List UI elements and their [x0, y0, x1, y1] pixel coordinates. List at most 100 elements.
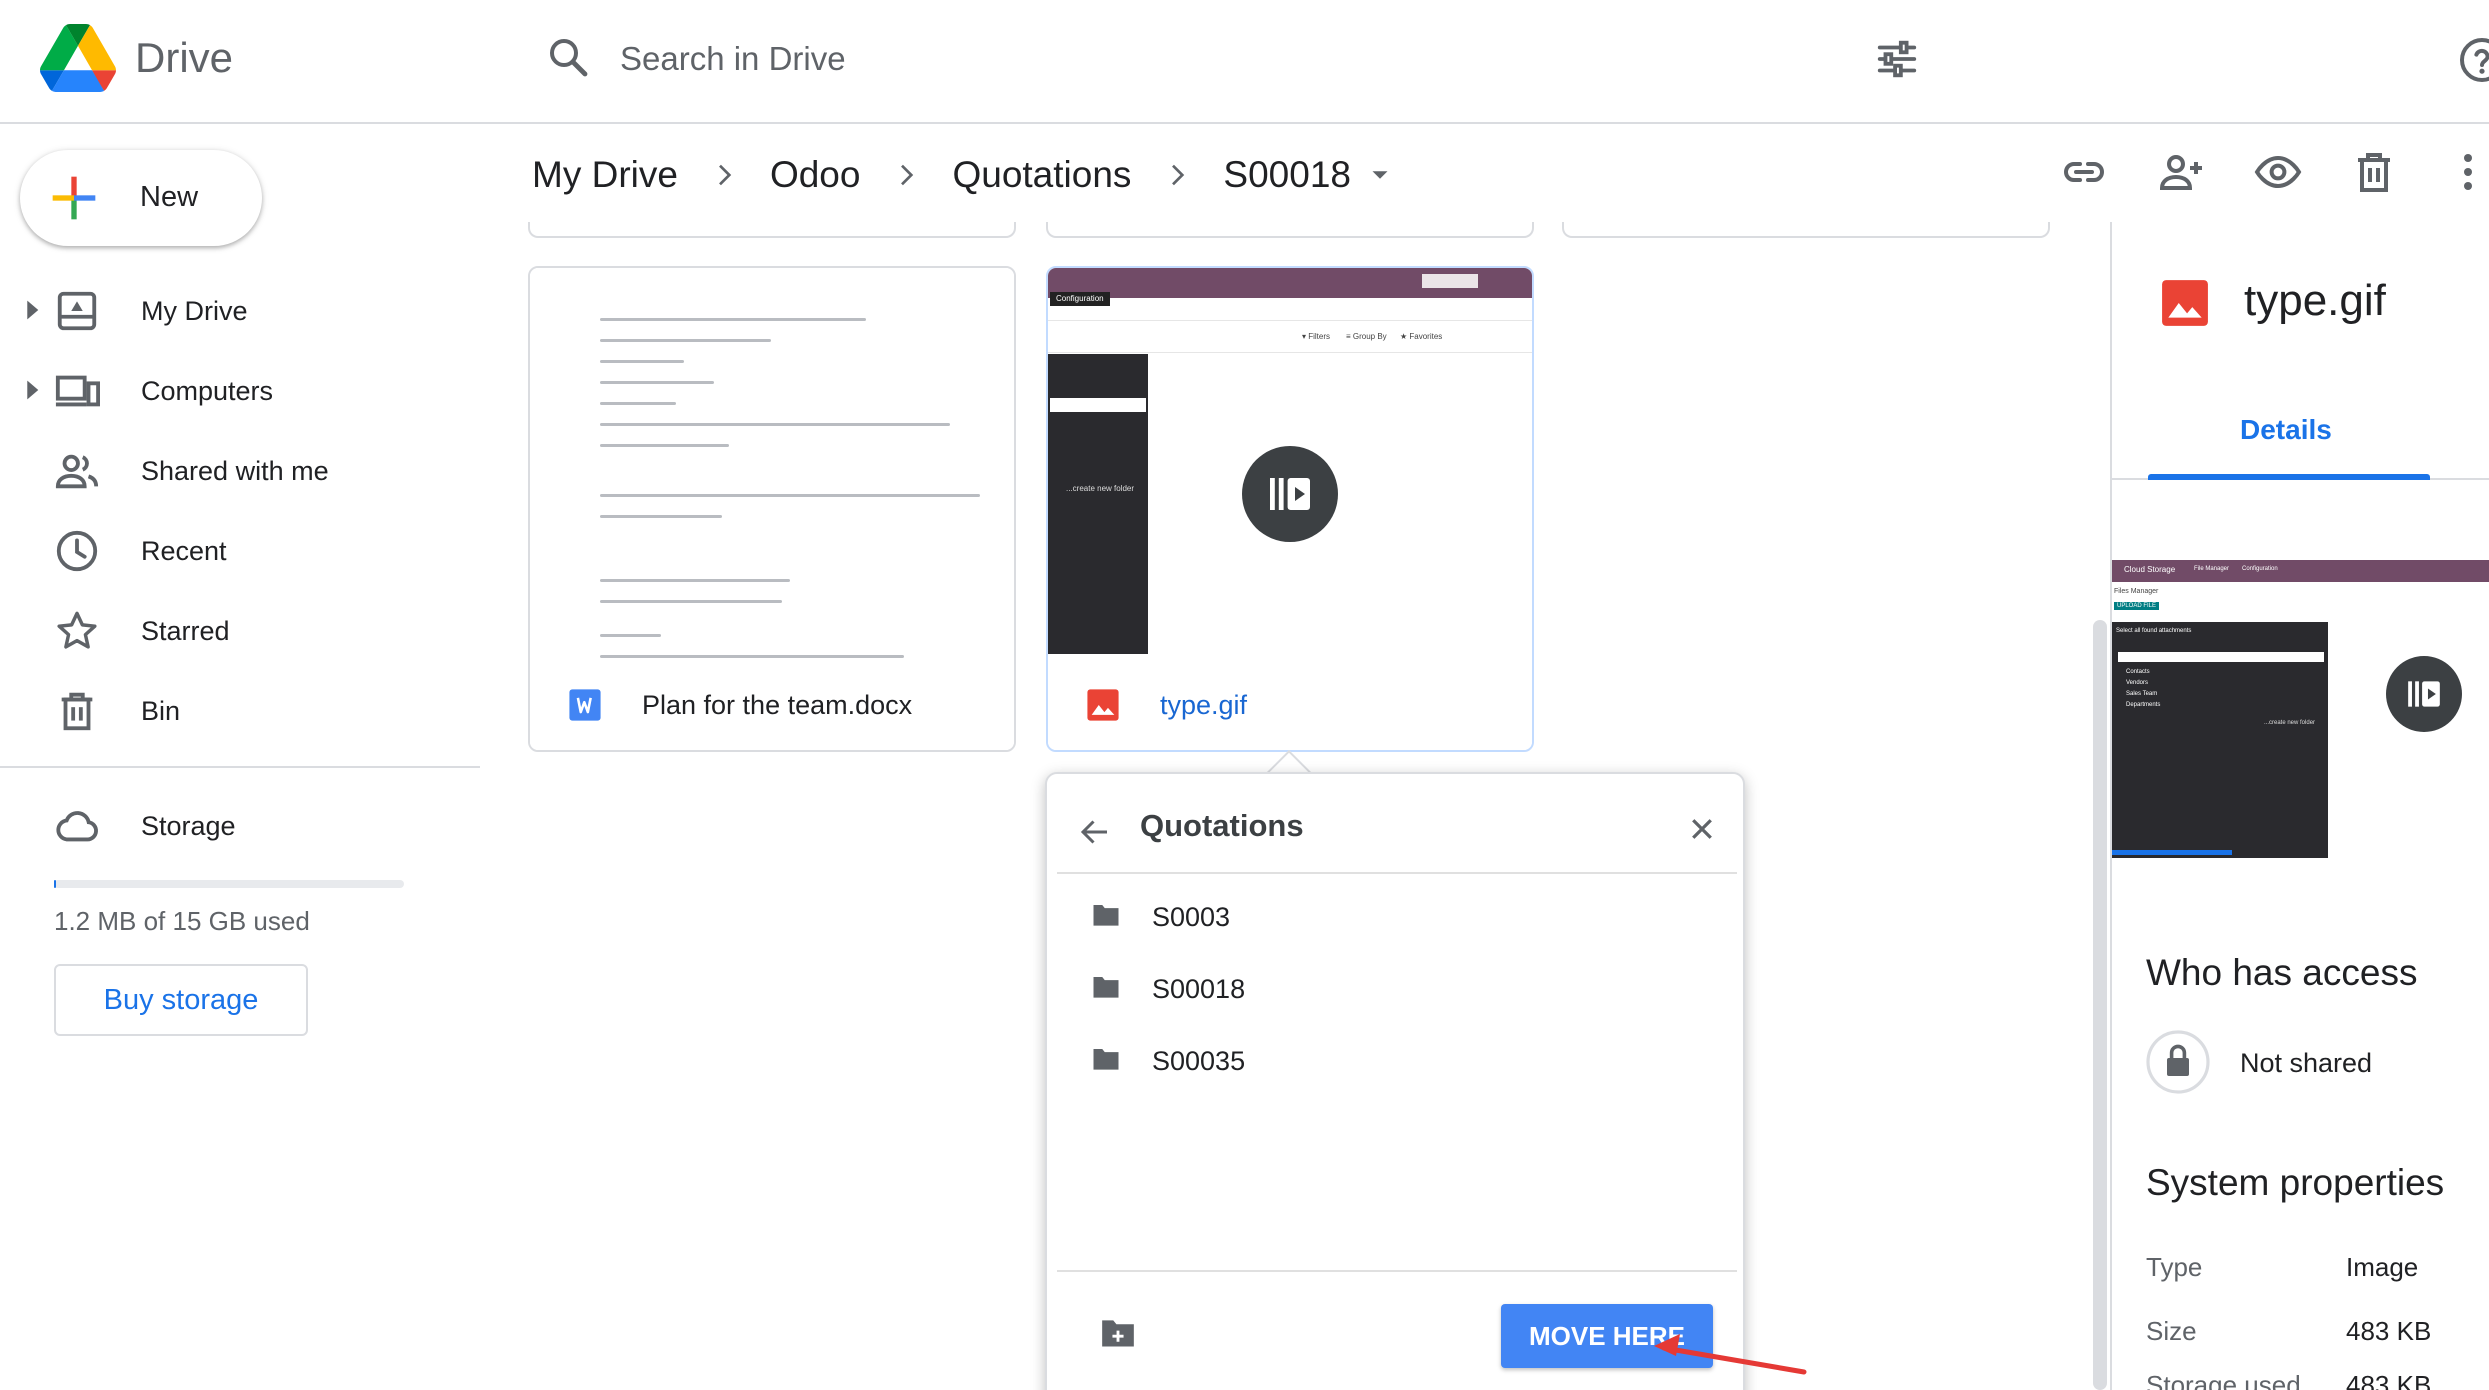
folder-row[interactable]: S00035	[1057, 1024, 1737, 1096]
create-folder-text: ...create new folder	[1066, 484, 1135, 493]
shared-with-me-icon	[55, 454, 99, 489]
property-key: Storage used	[2146, 1370, 2301, 1390]
sidebar-item-my-drive[interactable]: My Drive	[0, 275, 470, 345]
sidebar-item-computers[interactable]: Computers	[0, 355, 470, 425]
image-file-icon	[1087, 689, 1119, 721]
file-card-above[interactable]	[1046, 222, 1534, 238]
star-icon	[57, 611, 97, 649]
sidebar-item-storage[interactable]: Storage	[0, 790, 470, 860]
sidebar-item-label: Storage	[141, 811, 236, 841]
dialog-divider	[1057, 1270, 1737, 1272]
folder-name: S00018	[1152, 974, 1246, 1004]
preview-upload: UPLOAD FILE	[2114, 602, 2160, 610]
more-options-icon[interactable]	[2444, 148, 2489, 196]
search-icon[interactable]	[545, 34, 593, 82]
preview-item: Contacts	[2126, 669, 2150, 675]
system-properties-heading: System properties	[2146, 1162, 2445, 1203]
trash-icon[interactable]	[2350, 148, 2398, 196]
preview-searchbar	[2118, 652, 2324, 662]
new-plus-icon	[52, 176, 96, 220]
gif-thumbnail: Configuration ▾ Filters ≡ Group By ★ Fav…	[1048, 268, 1532, 658]
property-value: Image	[2346, 1252, 2419, 1282]
filters-label: ▾ Filters	[1302, 332, 1331, 341]
sidebar-item-bin[interactable]: Bin	[0, 675, 470, 745]
group-by-label: ≡ Group By	[1346, 332, 1387, 341]
new-button-label: New	[140, 181, 199, 213]
file-card-docx[interactable]: Plan for the team.docx	[528, 266, 1016, 752]
sidebar-item-shared-with-me[interactable]: Shared with me	[0, 435, 470, 505]
dialog-title: Quotations	[1140, 808, 1304, 843]
breadcrumb-item-quotations[interactable]: Quotations	[952, 154, 1131, 196]
who-has-access-heading: Who has access	[2146, 952, 2418, 993]
new-folder-icon[interactable]	[1099, 1316, 1137, 1350]
annotation-arrow	[1654, 1334, 1807, 1375]
play-gif-icon[interactable]	[1242, 446, 1338, 542]
preview-app-name: Cloud Storage	[2124, 565, 2176, 574]
breadcrumb-item-current-folder[interactable]: S00018	[1223, 154, 1351, 196]
sidebar-item-label: Bin	[141, 696, 181, 726]
search-input[interactable]	[620, 34, 1820, 84]
top-bar: Drive	[0, 0, 2489, 124]
expand-caret-icon[interactable]	[24, 299, 40, 321]
property-value: 483 KB	[2346, 1316, 2432, 1346]
thumb-divider	[1048, 352, 1532, 353]
app-name[interactable]: Drive	[135, 34, 233, 82]
document-thumbnail	[530, 268, 1014, 658]
folder-icon	[1093, 905, 1119, 926]
close-icon[interactable]	[1687, 814, 1717, 844]
back-arrow-icon[interactable]	[1077, 814, 1113, 850]
document-text-lines	[600, 318, 980, 676]
breadcrumb-item-odoo[interactable]: Odoo	[770, 154, 861, 196]
folder-name: S00035	[1152, 1046, 1246, 1076]
expand-caret-icon[interactable]	[24, 379, 40, 401]
sidebar-divider	[0, 766, 480, 768]
tab-indicator	[2148, 474, 2430, 480]
cloud-icon	[56, 811, 98, 842]
play-gif-icon[interactable]	[2386, 656, 2462, 732]
preview-progress	[2112, 850, 2232, 855]
word-doc-icon	[569, 689, 601, 721]
new-button[interactable]: New	[20, 150, 262, 246]
file-card-gif[interactable]: Configuration ▾ Filters ≡ Group By ★ Fav…	[1046, 266, 1534, 752]
search-box-thumb	[1422, 274, 1478, 288]
preview-item: Departments	[2126, 702, 2161, 708]
file-card-footer: Plan for the team.docx	[530, 658, 1014, 750]
add-person-icon[interactable]	[2158, 148, 2206, 196]
breadcrumb: My Drive Odoo Quotations S00018	[532, 150, 1395, 200]
sidebar-item-starred[interactable]: Starred	[0, 595, 470, 665]
file-card-above[interactable]	[1562, 222, 2050, 238]
folder-icon	[1093, 977, 1119, 998]
sidebar-item-label: My Drive	[141, 296, 248, 326]
dropdown-arrow-icon[interactable]	[1365, 160, 1395, 190]
preview-menu: Configuration	[2242, 566, 2278, 572]
sidebar-item-recent[interactable]: Recent	[0, 515, 470, 585]
breadcrumb-item-my-drive[interactable]: My Drive	[532, 154, 678, 196]
file-card-footer: type.gif	[1048, 658, 1532, 750]
file-card-above[interactable]	[528, 222, 1016, 238]
buy-storage-button[interactable]: Buy storage	[54, 964, 308, 1036]
folder-row[interactable]: S00018	[1057, 952, 1737, 1024]
dialog-divider	[1057, 872, 1737, 874]
search-options-icon[interactable]	[1874, 36, 1920, 82]
help-icon[interactable]	[2458, 36, 2489, 84]
preview-item: Vendors	[2126, 680, 2149, 686]
chevron-right-icon	[901, 164, 914, 186]
scrollbar[interactable]	[2093, 620, 2107, 1390]
property-key: Size	[2146, 1316, 2197, 1346]
drive-logo-icon[interactable]	[40, 24, 116, 92]
preview-menu: File Manager	[2194, 566, 2230, 572]
details-preview[interactable]: Cloud Storage File Manager Configuration…	[2112, 538, 2489, 858]
tab-details[interactable]: Details	[2240, 414, 2332, 446]
trash-icon	[61, 692, 93, 731]
config-chip: Configuration	[1050, 292, 1110, 306]
sidebar-item-label: Recent	[141, 536, 227, 566]
preview-eye-icon[interactable]	[2254, 148, 2302, 196]
folder-row[interactable]: S0003	[1057, 880, 1737, 952]
link-icon[interactable]	[2060, 148, 2108, 196]
property-value: 483 KB	[2346, 1370, 2432, 1390]
my-drive-icon	[57, 291, 97, 331]
details-file-name: type.gif	[2244, 276, 2386, 325]
property-key: Type	[2146, 1252, 2203, 1282]
thumb-searchbar	[1050, 398, 1146, 412]
sidebar-item-label: Computers	[141, 376, 274, 406]
